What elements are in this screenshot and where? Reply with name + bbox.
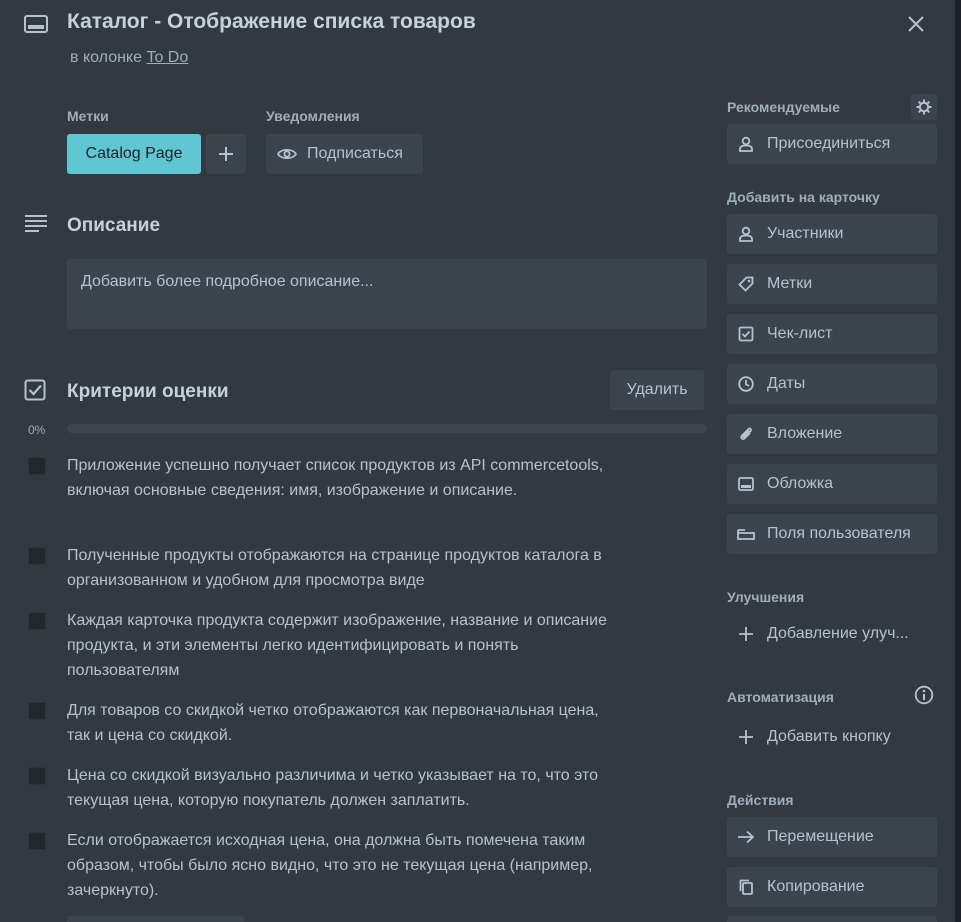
plus-icon xyxy=(736,626,756,642)
description-heading: Описание xyxy=(67,215,161,236)
join-label: Присоединиться xyxy=(767,135,891,152)
checklist-item-text[interactable]: Цена со скидкой визуально различима и че… xyxy=(67,763,612,813)
dates-button[interactable]: Даты xyxy=(727,364,937,404)
attachment-button[interactable]: Вложение xyxy=(727,414,937,454)
checklist-item-text[interactable]: Для товаров со скидкой четко отображаютс… xyxy=(67,698,612,748)
cover-button[interactable]: Обложка xyxy=(727,464,937,504)
labels-heading: Метки xyxy=(67,108,109,124)
column-link[interactable]: To Do xyxy=(146,49,188,66)
add-label-button[interactable] xyxy=(206,134,246,174)
move-label: Перемещение xyxy=(767,828,874,845)
copy-icon xyxy=(736,879,756,895)
card-column-info: в колонке To Do xyxy=(70,49,188,67)
add-automation-label: Добавить кнопку xyxy=(767,728,891,745)
card-title[interactable]: Каталог - Отображение списка товаров xyxy=(67,10,476,34)
copy-label: Копирование xyxy=(767,878,865,895)
add-powerup-button[interactable]: Добавление улуч... xyxy=(727,614,937,654)
checklist-label: Чек-лист xyxy=(767,325,833,342)
checklist-checkbox[interactable] xyxy=(28,457,46,475)
card-detail-modal: Каталог - Отображение списка товаров в к… xyxy=(0,0,955,922)
checklist-checkbox[interactable] xyxy=(28,702,46,720)
members-label: Участники xyxy=(767,225,844,242)
join-button[interactable]: Присоединиться xyxy=(727,124,937,164)
copy-button[interactable]: Копирование xyxy=(727,867,937,907)
members-button[interactable]: Участники xyxy=(727,214,937,254)
suggested-heading: Рекомендуемые xyxy=(727,99,840,115)
plus-icon xyxy=(736,729,756,745)
card-icon xyxy=(24,14,48,34)
checklist-item-text[interactable]: Каждая карточка продукта содержит изобра… xyxy=(67,608,612,683)
description-input[interactable]: Добавить более подробное описание... xyxy=(67,259,707,329)
checklist-button[interactable]: Чек-лист xyxy=(727,314,937,354)
person-icon xyxy=(736,136,756,152)
custom-fields-label: Поля пользователя xyxy=(767,525,911,542)
checklist-heading[interactable]: Критерии оценки xyxy=(67,381,229,403)
checklist-item-text[interactable]: Если отображается исходная цена, она дол… xyxy=(67,828,612,903)
notifications-heading: Уведомления xyxy=(266,108,360,124)
dates-label: Даты xyxy=(767,375,806,392)
checklist-icon xyxy=(736,326,756,342)
clock-icon xyxy=(736,376,756,392)
move-button[interactable]: Перемещение xyxy=(727,817,937,857)
custom-fields-button[interactable]: Поля пользователя xyxy=(727,514,937,554)
cover-label: Обложка xyxy=(767,475,834,492)
watch-button[interactable]: Подписаться xyxy=(266,134,423,174)
suggested-settings-button[interactable] xyxy=(911,94,937,120)
checklist-icon xyxy=(24,379,46,406)
attachment-label: Вложение xyxy=(767,425,843,442)
plus-icon xyxy=(219,147,233,161)
eye-icon xyxy=(277,147,297,161)
checklist-checkbox[interactable] xyxy=(28,547,46,565)
cover-icon xyxy=(736,477,756,491)
add-to-card-heading: Добавить на карточку xyxy=(727,189,880,205)
labels-label: Метки xyxy=(767,275,813,292)
add-powerup-label: Добавление улуч... xyxy=(767,625,909,642)
column-prefix: в колонке xyxy=(70,49,142,66)
tag-icon xyxy=(736,276,756,292)
checklist-item-text[interactable]: Полученные продукты отображаются на стра… xyxy=(67,543,612,593)
checklist-progress-percent: 0% xyxy=(28,423,46,437)
delete-checklist-button[interactable]: Удалить xyxy=(610,370,704,410)
checklist-item-text[interactable]: Приложение успешно получает список проду… xyxy=(67,453,612,503)
next-action-button[interactable] xyxy=(727,916,937,922)
checklist-checkbox[interactable] xyxy=(28,832,46,850)
paperclip-icon xyxy=(736,426,756,442)
checklist-checkbox[interactable] xyxy=(28,612,46,630)
checklist-progress-bar xyxy=(67,424,707,433)
watch-label: Подписаться xyxy=(307,145,403,162)
info-icon xyxy=(914,685,934,705)
checklist-checkbox[interactable] xyxy=(28,767,46,785)
actions-heading: Действия xyxy=(727,792,794,808)
automation-heading: Автоматизация xyxy=(727,689,834,705)
automation-info-button[interactable] xyxy=(913,684,935,706)
labels-button[interactable]: Метки xyxy=(727,264,937,304)
close-icon xyxy=(908,16,924,32)
person-icon xyxy=(736,226,756,242)
close-button[interactable] xyxy=(898,6,934,42)
add-automation-button[interactable]: Добавить кнопку xyxy=(727,717,937,757)
description-icon xyxy=(24,214,48,239)
custom-fields-icon xyxy=(736,527,756,541)
gear-icon xyxy=(916,99,932,115)
add-checklist-item-button[interactable] xyxy=(67,916,244,922)
board-background-edge xyxy=(955,0,961,922)
powerups-heading: Улучшения xyxy=(727,589,805,605)
arrow-right-icon xyxy=(736,830,756,844)
label-chip[interactable]: Catalog Page xyxy=(67,134,201,174)
